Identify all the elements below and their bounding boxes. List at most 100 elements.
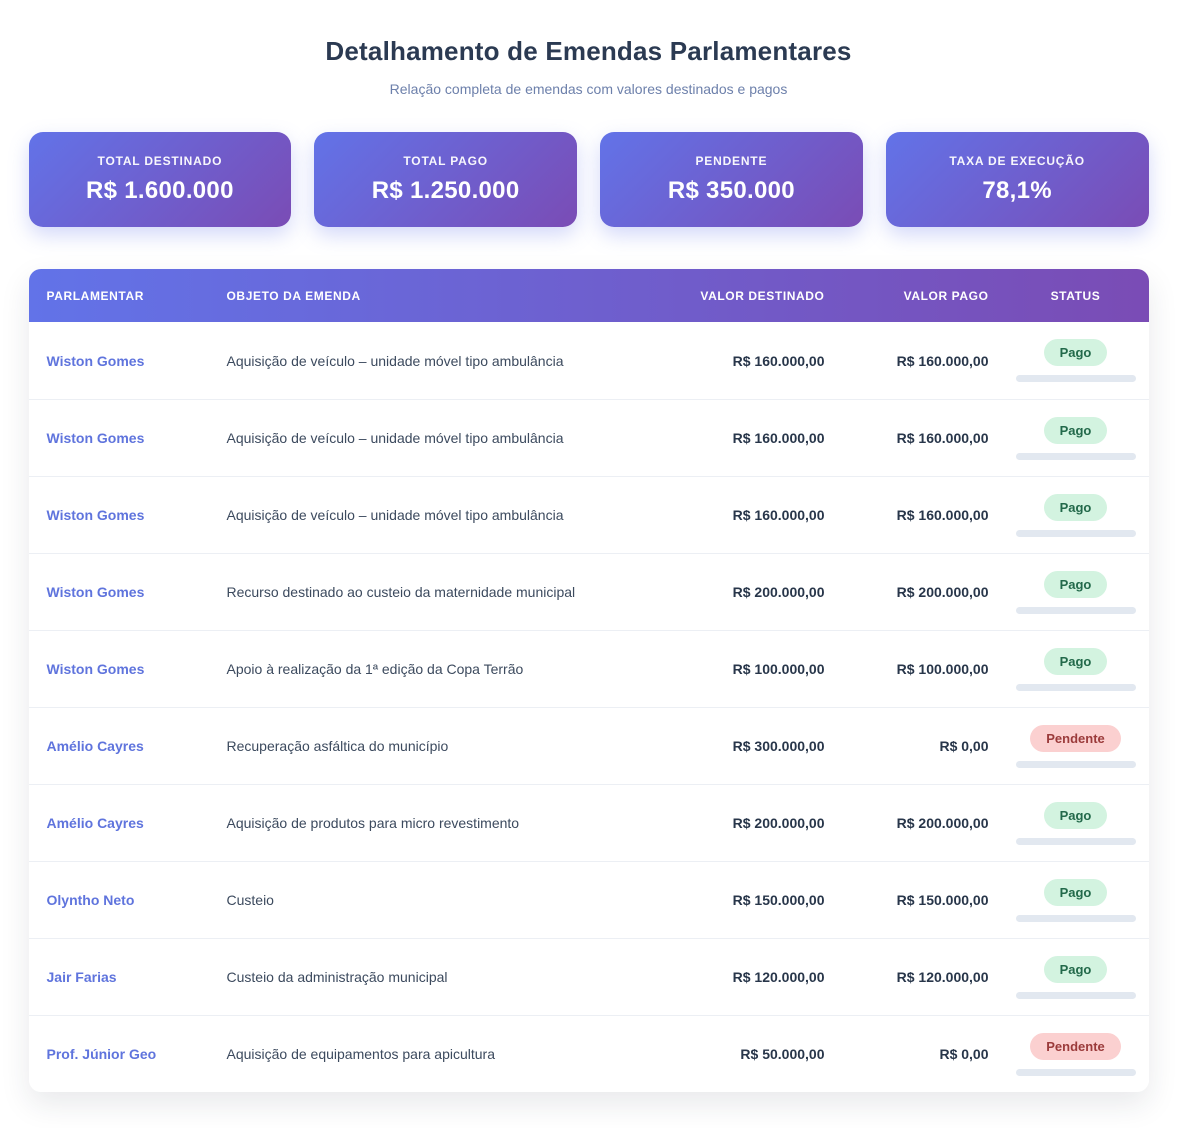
valor-pago-value: R$ 200.000,00 [825, 584, 989, 600]
status-cell: Pago [989, 648, 1149, 691]
valor-pago-value: R$ 160.000,00 [825, 430, 989, 446]
card-label: TAXA DE EXECUÇÃO [949, 154, 1084, 168]
valor-pago-value: R$ 160.000,00 [825, 507, 989, 523]
progress-bar [1016, 1069, 1136, 1076]
valor-destinado-value: R$ 150.000,00 [645, 892, 825, 908]
valor-destinado-value: R$ 120.000,00 [645, 969, 825, 985]
card-total-pago: TOTAL PAGO R$ 1.250.000 [314, 132, 577, 227]
status-cell: Pago [989, 339, 1149, 382]
valor-destinado-value: R$ 50.000,00 [645, 1046, 825, 1062]
status-badge: Pago [1044, 802, 1108, 829]
column-header-parlamentar: PARLAMENTAR [29, 289, 227, 303]
valor-destinado-value: R$ 200.000,00 [645, 815, 825, 831]
table-row: Prof. Júnior Geo Aquisição de equipament… [29, 1015, 1149, 1092]
card-label: TOTAL DESTINADO [98, 154, 223, 168]
objeto-text: Custeio [227, 892, 645, 908]
table-row: Wiston Gomes Apoio à realização da 1ª ed… [29, 630, 1149, 707]
valor-destinado-value: R$ 160.000,00 [645, 507, 825, 523]
parlamentar-link[interactable]: Amélio Cayres [29, 738, 227, 754]
progress-bar [1016, 992, 1136, 999]
page-title: Detalhamento de Emendas Parlamentares [29, 36, 1149, 67]
column-header-status: STATUS [989, 289, 1149, 303]
progress-bar [1016, 453, 1136, 460]
progress-bar [1016, 530, 1136, 537]
column-header-valor-pago: VALOR PAGO [825, 289, 989, 303]
valor-pago-value: R$ 100.000,00 [825, 661, 989, 677]
table-row: Amélio Cayres Aquisição de produtos para… [29, 784, 1149, 861]
progress-bar [1016, 915, 1136, 922]
card-taxa-execucao: TAXA DE EXECUÇÃO 78,1% [886, 132, 1149, 227]
objeto-text: Aquisição de veículo – unidade móvel tip… [227, 430, 645, 446]
parlamentar-link[interactable]: Jair Farias [29, 969, 227, 985]
parlamentar-link[interactable]: Amélio Cayres [29, 815, 227, 831]
card-value: R$ 1.250.000 [372, 177, 520, 205]
progress-bar [1016, 838, 1136, 845]
objeto-text: Custeio da administração municipal [227, 969, 645, 985]
status-cell: Pendente [989, 1033, 1149, 1076]
valor-destinado-value: R$ 300.000,00 [645, 738, 825, 754]
status-badge: Pago [1044, 339, 1108, 366]
progress-bar [1016, 607, 1136, 614]
valor-pago-value: R$ 0,00 [825, 738, 989, 754]
progress-bar [1016, 761, 1136, 768]
page-subtitle: Relação completa de emendas com valores … [29, 81, 1149, 97]
status-badge: Pago [1044, 571, 1108, 598]
status-badge: Pago [1044, 648, 1108, 675]
parlamentar-link[interactable]: Wiston Gomes [29, 661, 227, 677]
objeto-text: Recurso destinado ao custeio da maternid… [227, 584, 645, 600]
parlamentar-link[interactable]: Wiston Gomes [29, 353, 227, 369]
status-cell: Pago [989, 494, 1149, 537]
objeto-text: Aquisição de equipamentos para apicultur… [227, 1046, 645, 1062]
column-header-objeto: OBJETO DA EMENDA [227, 289, 645, 303]
card-pendente: PENDENTE R$ 350.000 [600, 132, 863, 227]
table-row: Olyntho Neto Custeio R$ 150.000,00 R$ 15… [29, 861, 1149, 938]
status-cell: Pago [989, 802, 1149, 845]
table-row: Wiston Gomes Aquisição de veículo – unid… [29, 322, 1149, 399]
card-value: 78,1% [982, 177, 1052, 205]
valor-pago-value: R$ 120.000,00 [825, 969, 989, 985]
parlamentar-link[interactable]: Prof. Júnior Geo [29, 1046, 227, 1062]
emendas-table: PARLAMENTAR OBJETO DA EMENDA VALOR DESTI… [29, 269, 1149, 1092]
valor-pago-value: R$ 200.000,00 [825, 815, 989, 831]
table-row: Wiston Gomes Aquisição de veículo – unid… [29, 476, 1149, 553]
table-header-row: PARLAMENTAR OBJETO DA EMENDA VALOR DESTI… [29, 269, 1149, 322]
status-badge: Pago [1044, 494, 1108, 521]
parlamentar-link[interactable]: Wiston Gomes [29, 430, 227, 446]
valor-destinado-value: R$ 100.000,00 [645, 661, 825, 677]
valor-destinado-value: R$ 160.000,00 [645, 353, 825, 369]
valor-pago-value: R$ 160.000,00 [825, 353, 989, 369]
parlamentar-link[interactable]: Olyntho Neto [29, 892, 227, 908]
valor-destinado-value: R$ 160.000,00 [645, 430, 825, 446]
objeto-text: Recuperação asfáltica do município [227, 738, 645, 754]
status-cell: Pago [989, 879, 1149, 922]
parlamentar-link[interactable]: Wiston Gomes [29, 507, 227, 523]
valor-destinado-value: R$ 200.000,00 [645, 584, 825, 600]
status-badge: Pago [1044, 956, 1108, 983]
table-row: Wiston Gomes Aquisição de veículo – unid… [29, 399, 1149, 476]
summary-cards: TOTAL DESTINADO R$ 1.600.000 TOTAL PAGO … [29, 132, 1149, 227]
objeto-text: Aquisição de veículo – unidade móvel tip… [227, 507, 645, 523]
status-cell: Pendente [989, 725, 1149, 768]
card-value: R$ 350.000 [668, 177, 795, 205]
progress-bar [1016, 684, 1136, 691]
objeto-text: Aquisição de produtos para micro revesti… [227, 815, 645, 831]
status-badge: Pendente [1030, 725, 1121, 752]
parlamentar-link[interactable]: Wiston Gomes [29, 584, 227, 600]
status-cell: Pago [989, 956, 1149, 999]
valor-pago-value: R$ 0,00 [825, 1046, 989, 1062]
progress-bar [1016, 375, 1136, 382]
card-label: TOTAL PAGO [403, 154, 487, 168]
status-cell: Pago [989, 571, 1149, 614]
status-badge: Pago [1044, 417, 1108, 444]
status-badge: Pago [1044, 879, 1108, 906]
table-row: Jair Farias Custeio da administração mun… [29, 938, 1149, 1015]
valor-pago-value: R$ 150.000,00 [825, 892, 989, 908]
table-row: Amélio Cayres Recuperação asfáltica do m… [29, 707, 1149, 784]
status-cell: Pago [989, 417, 1149, 460]
objeto-text: Apoio à realização da 1ª edição da Copa … [227, 661, 645, 677]
page-container: Detalhamento de Emendas Parlamentares Re… [29, 0, 1149, 1092]
card-value: R$ 1.600.000 [86, 177, 234, 205]
status-badge: Pendente [1030, 1033, 1121, 1060]
card-total-destinado: TOTAL DESTINADO R$ 1.600.000 [29, 132, 292, 227]
column-header-valor-destinado: VALOR DESTINADO [645, 289, 825, 303]
